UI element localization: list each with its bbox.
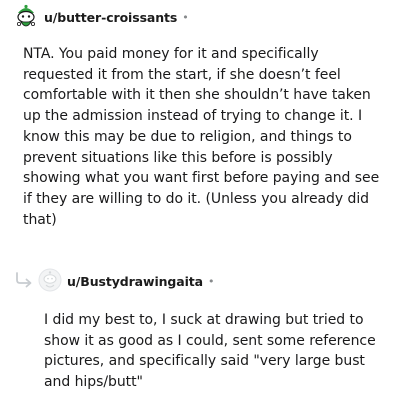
comment-body: NTA. You paid money for it and specifica…: [23, 46, 380, 228]
comment-header: u/butter-croissants •: [44, 8, 189, 26]
comment-username[interactable]: u/butter-croissants: [44, 10, 177, 25]
comment-body: I did my best to, I suck at drawing but …: [44, 312, 376, 391]
comment-username[interactable]: u/Bustydrawingaita: [67, 274, 203, 289]
snoo-avatar-green-icon: [17, 4, 35, 27]
default-avatar-icon: [38, 268, 62, 292]
comment-header: u/Bustydrawingaita •: [67, 272, 215, 290]
separator-dot: •: [182, 10, 189, 24]
user-avatar[interactable]: [38, 268, 62, 292]
user-avatar[interactable]: [14, 4, 38, 30]
separator-dot: •: [208, 274, 215, 288]
reply-arrow-icon: [14, 271, 34, 289]
